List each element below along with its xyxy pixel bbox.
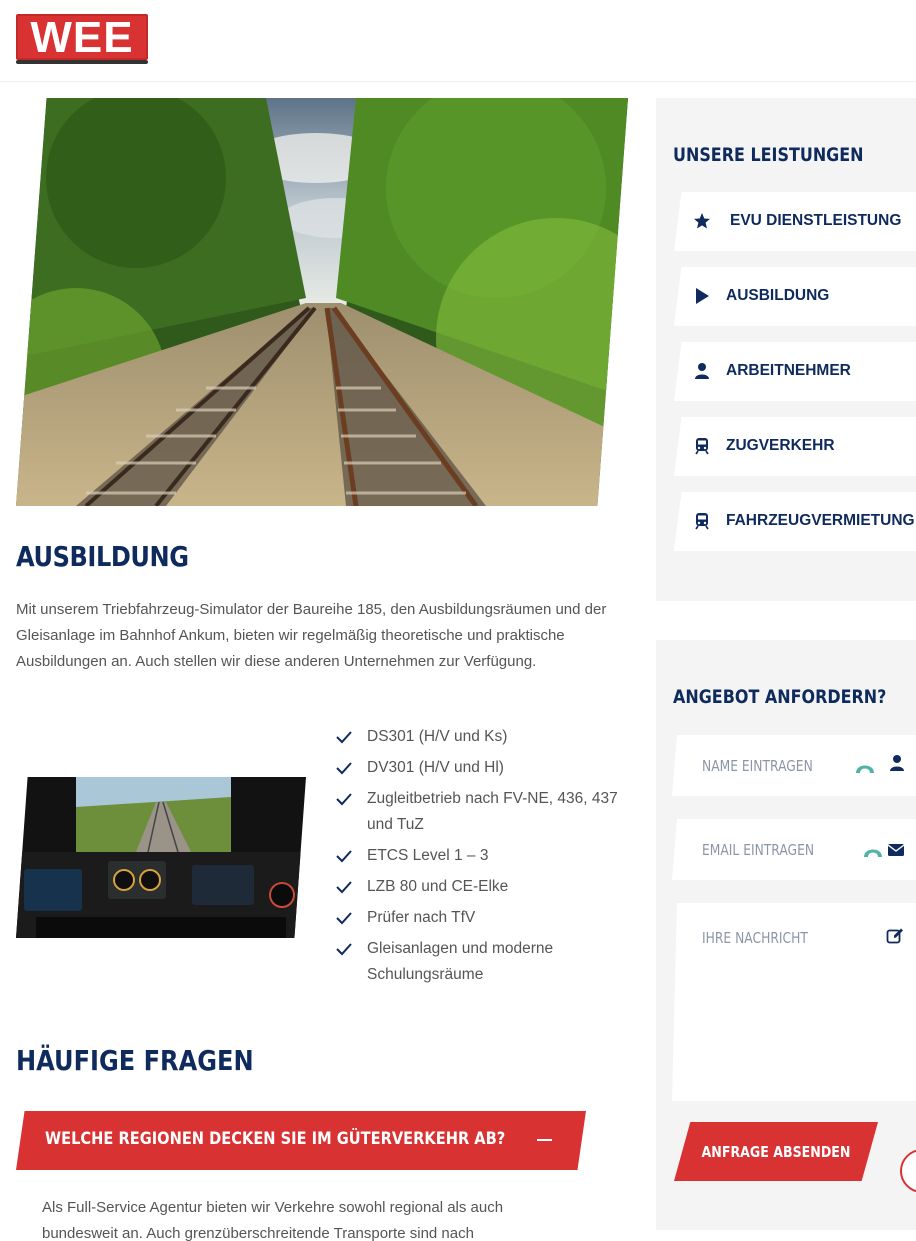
list-item: ETCS Level 1 – 3	[335, 843, 635, 869]
faq-answer: Als Full-Service Agentur bieten wir Verk…	[42, 1199, 504, 1241]
check-icon	[336, 793, 352, 806]
list-item: LZB 80 und CE-Elke	[335, 874, 635, 900]
sidebar-item-arbeitnehmer[interactable]: ARBEITNEHMER	[674, 342, 916, 401]
minus-icon	[537, 1139, 552, 1141]
site-header: WEE	[0, 0, 916, 82]
password-manager-icon	[856, 765, 874, 773]
check-icon	[336, 850, 352, 863]
check-icon	[336, 731, 352, 744]
simulator-image	[16, 777, 306, 938]
logo-underline	[16, 60, 148, 64]
sidebar-services: UNSERE LEISTUNGEN EVU DIENSTLEISTUNG AUS…	[656, 98, 916, 601]
feature-checklist: DS301 (H/V und Ks) DV301 (H/V und Hl) Zu…	[335, 724, 635, 993]
list-item-label: ETCS Level 1 – 3	[367, 847, 489, 864]
logo-text: WEE	[30, 13, 134, 62]
check-icon	[336, 881, 352, 894]
play-icon	[696, 288, 709, 304]
sidebar-item-label: ZUGVERKEHR	[726, 437, 835, 454]
list-item-label: DS301 (H/V und Ks)	[367, 728, 508, 745]
train-icon	[695, 438, 709, 455]
password-manager-icon	[864, 849, 882, 857]
list-item-label: Gleisanlagen und moderne Schulungsräume	[367, 940, 554, 983]
sidebar-item-ausbildung[interactable]: AUSBILDUNG	[674, 267, 916, 326]
check-icon	[336, 762, 352, 775]
services-title: UNSERE LEISTUNGEN	[673, 144, 864, 166]
list-item-label: LZB 80 und CE-Elke	[367, 878, 509, 895]
sidebar-item-label: EVU DIENSTLEISTUNG	[730, 212, 902, 229]
user-icon	[695, 363, 709, 379]
list-item: Gleisanlagen und moderne Schulungsräume	[335, 936, 635, 988]
list-item-label: DV301 (H/V und Hl)	[367, 759, 504, 776]
edit-icon	[886, 928, 903, 944]
list-item-label: Zugleitbetrieb nach FV-NE, 436, 437 und …	[367, 790, 618, 833]
sidebar-item-label: AUSBILDUNG	[726, 287, 830, 304]
hero-image-railway	[16, 98, 628, 506]
list-item: Zugleitbetrieb nach FV-NE, 436, 437 und …	[335, 786, 635, 838]
check-icon	[336, 912, 352, 925]
email-field[interactable]: EMAIL EINTRAGEN	[672, 819, 916, 880]
list-item: DS301 (H/V und Ks)	[335, 724, 635, 750]
sidebar-request-form: ANGEBOT ANFORDERN? NAME EINTRAGEN EMAIL …	[656, 640, 916, 1230]
name-field[interactable]: NAME EINTRAGEN	[672, 735, 916, 796]
envelope-icon	[887, 844, 905, 856]
faq-question-text: WELCHE REGIONEN DECKEN SIE IM GÜTERVERKE…	[45, 1129, 506, 1149]
message-textarea[interactable]: IHRE NACHRICHT	[672, 903, 916, 1101]
sidebar-item-fahrzeugvermietung[interactable]: FAHRZEUGVERMIETUNG	[674, 492, 916, 551]
list-item: Prüfer nach TfV	[335, 905, 635, 931]
sidebar-item-zugverkehr[interactable]: ZUGVERKEHR	[674, 417, 916, 476]
list-item-label: Prüfer nach TfV	[367, 909, 476, 926]
logo[interactable]: WEE	[16, 14, 148, 66]
list-item: DV301 (H/V und Hl)	[335, 755, 635, 781]
star-icon	[694, 213, 710, 229]
user-icon	[890, 755, 904, 771]
section-title-faq: HÄUFIGE FRAGEN	[16, 1044, 254, 1077]
sidebar-item-evu-dienstleistung[interactable]: EVU DIENSTLEISTUNG	[674, 192, 916, 251]
submit-label: ANFRAGE ABSENDEN	[701, 1143, 851, 1161]
intro-paragraph: Mit unserem Triebfahrzeug-Simulator der …	[16, 601, 607, 670]
email-placeholder: EMAIL EINTRAGEN	[702, 841, 815, 859]
section-title-ausbildung: AUSBILDUNG	[16, 540, 189, 573]
sidebar-item-label: FAHRZEUGVERMIETUNG	[726, 512, 915, 529]
sidebar-item-label: ARBEITNEHMER	[726, 362, 851, 379]
train-icon	[695, 513, 709, 530]
form-title: ANGEBOT ANFORDERN?	[673, 686, 887, 708]
message-placeholder: IHRE NACHRICHT	[702, 929, 808, 947]
submit-request-button[interactable]: ANFRAGE ABSENDEN	[674, 1122, 878, 1181]
name-placeholder: NAME EINTRAGEN	[702, 757, 813, 775]
faq-question-toggle[interactable]: WELCHE REGIONEN DECKEN SIE IM GÜTERVERKE…	[16, 1111, 586, 1170]
check-icon	[336, 943, 352, 956]
